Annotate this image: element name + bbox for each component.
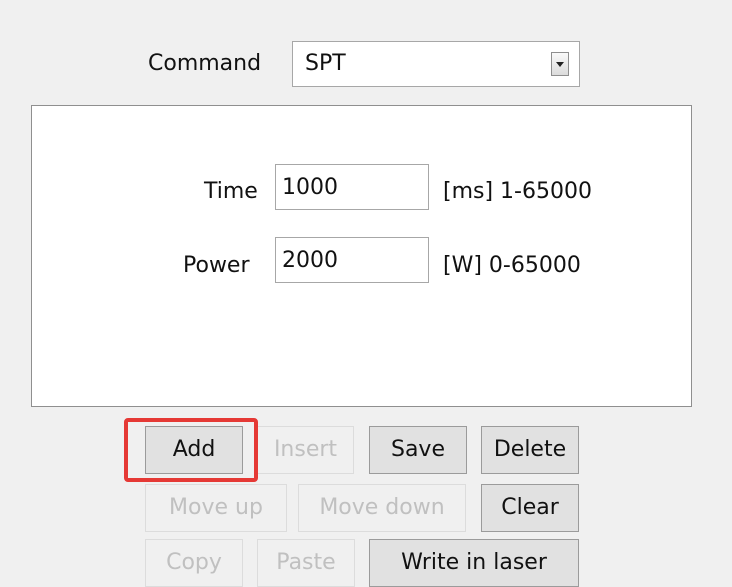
time-input[interactable]: 1000 [275, 164, 429, 210]
delete-button[interactable]: Delete [481, 426, 579, 474]
move-down-button[interactable]: Move down [298, 484, 466, 532]
power-range-label: [W] 0-65000 [443, 253, 581, 278]
command-select-value: SPT [305, 51, 346, 76]
copy-button[interactable]: Copy [145, 539, 243, 587]
parameters-panel: Time 1000 [ms] 1-65000 Power 2000 [W] 0-… [31, 105, 692, 407]
move-up-button[interactable]: Move up [145, 484, 287, 532]
save-button[interactable]: Save [369, 426, 467, 474]
time-label: Time [204, 179, 258, 204]
command-label: Command [148, 51, 262, 76]
write-in-laser-button[interactable]: Write in laser [369, 539, 579, 587]
command-select[interactable]: SPT [292, 41, 580, 87]
time-range-label: [ms] 1-65000 [443, 179, 592, 204]
clear-button[interactable]: Clear [481, 484, 579, 532]
power-label: Power [183, 253, 250, 278]
power-input[interactable]: 2000 [275, 237, 429, 283]
insert-button[interactable]: Insert [257, 426, 354, 474]
add-button[interactable]: Add [145, 426, 243, 474]
chevron-down-icon[interactable] [551, 52, 569, 76]
paste-button[interactable]: Paste [257, 539, 355, 587]
